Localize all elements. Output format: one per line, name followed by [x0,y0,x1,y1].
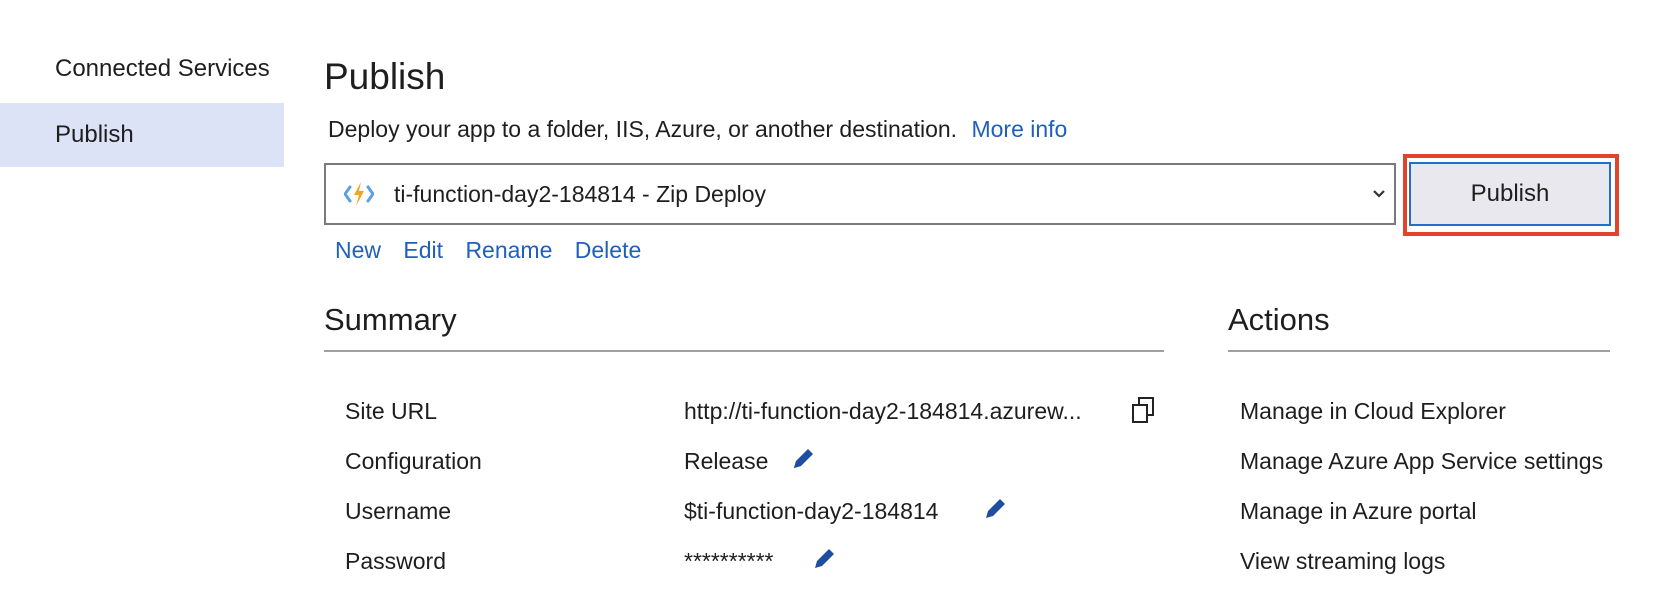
actions-title: Actions [1228,302,1330,337]
manage-app-service-settings-link[interactable]: Manage Azure App Service settings [1240,448,1603,475]
page-title: Publish [324,56,446,97]
view-streaming-logs-link[interactable]: View streaming logs [1240,548,1445,575]
delete-profile-link[interactable]: Delete [575,237,641,263]
password-label: Password [345,548,446,574]
selected-profile-text: ti-function-day2-184814 - Zip Deploy [394,181,767,207]
site-url-label: Site URL [345,398,438,424]
site-url-link[interactable]: http://ti-function-day2-184814.azurew... [684,398,1082,425]
sidebar-item-label: Connected Services [55,55,270,82]
new-profile-link[interactable]: New [335,237,381,263]
pencil-icon[interactable] [982,496,1008,522]
actions-divider [1228,350,1610,352]
publish-button-label: Publish [1470,180,1550,207]
publish-button[interactable]: Publish [1409,162,1611,226]
username-value: $ti-function-day2-184814 [684,498,939,524]
page-description: Deploy your app to a folder, IIS, Azure,… [328,116,958,142]
more-info-link[interactable]: More info [971,116,1067,142]
edit-profile-link[interactable]: Edit [403,237,443,263]
sidebar-item-connected-services[interactable]: Connected Services [0,48,284,90]
sidebar-item-publish[interactable]: Publish [0,103,284,167]
summary-title: Summary [324,302,457,337]
username-label: Username [345,498,452,524]
manage-azure-portal-link[interactable]: Manage in Azure portal [1240,498,1477,525]
publish-profile-dropdown[interactable]: ti-function-day2-184814 - Zip Deploy [324,163,1396,225]
configuration-label: Configuration [345,448,482,474]
password-value: ********** [684,548,774,574]
sidebar-item-label: Publish [55,121,134,148]
azure-functions-icon [344,179,374,209]
rename-profile-link[interactable]: Rename [465,237,552,263]
manage-cloud-explorer-link[interactable]: Manage in Cloud Explorer [1240,398,1506,425]
profile-actions: New Edit Rename Delete [335,237,641,264]
copy-icon[interactable] [1130,396,1156,424]
pencil-icon[interactable] [790,446,816,472]
chevron-down-icon [1372,189,1386,199]
pencil-icon[interactable] [811,546,837,572]
summary-divider [324,350,1164,352]
description-row: Deploy your app to a folder, IIS, Azure,… [328,116,1067,143]
configuration-value: Release [684,448,769,474]
